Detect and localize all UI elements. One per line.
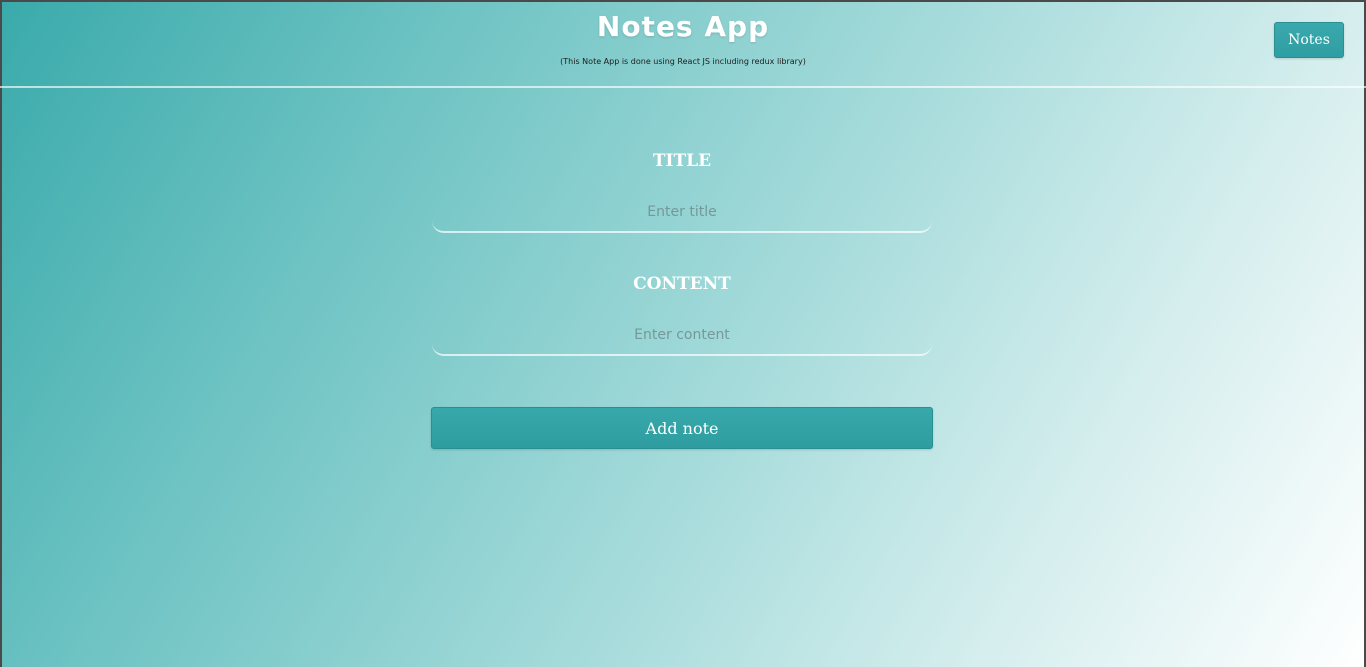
page-title: Notes App	[596, 10, 770, 43]
content-label: CONTENT	[633, 274, 731, 294]
title-label: TITLE	[652, 151, 712, 171]
content-input[interactable]	[432, 316, 932, 356]
title-input[interactable]	[432, 193, 932, 233]
window-left-border	[0, 0, 2, 667]
notes-button[interactable]: Notes	[1274, 22, 1344, 58]
add-note-button[interactable]: Add note	[431, 407, 933, 449]
app-header: Notes App (This Note App is done using R…	[0, 0, 1366, 88]
page-subtitle: (This Note App is done using React JS in…	[560, 57, 806, 66]
